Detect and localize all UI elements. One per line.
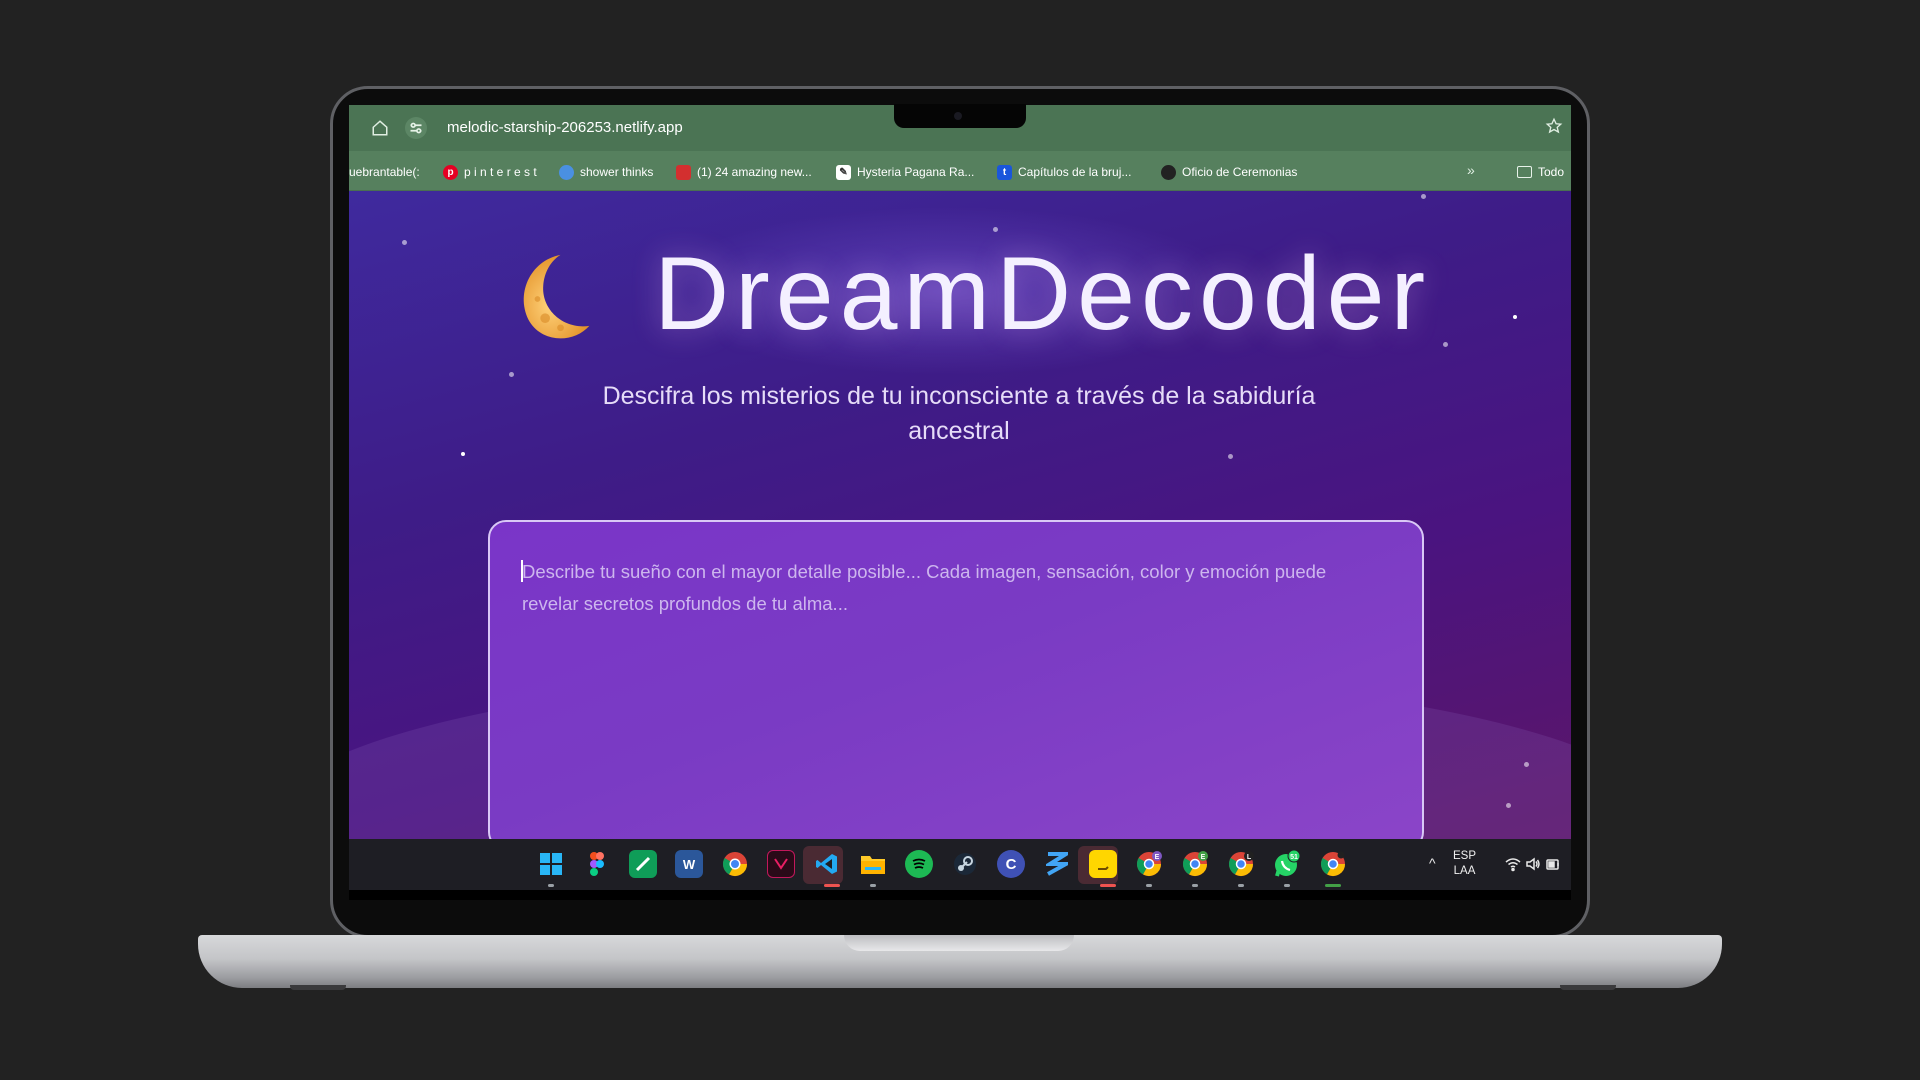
running-indicator [1146,884,1152,887]
badge-text: 51 [1290,854,1298,861]
star-dot [1443,342,1448,347]
running-indicator [548,884,554,887]
running-indicator [870,884,876,887]
copilot-icon[interactable]: C [997,850,1025,878]
page-icon: ✎ [836,164,851,180]
start-menu-icon[interactable] [537,850,565,878]
chrome-profile-e2-icon[interactable]: E [1181,850,1209,878]
web-page: DreamDecoder Descifra los misterios de t… [349,191,1571,839]
laptop-base [198,935,1722,988]
star-dot [1506,803,1511,808]
language-indicator[interactable]: ESP LAA [1453,849,1476,879]
running-indicator [824,884,840,887]
crescent-moon-icon [523,254,590,339]
whatsapp-icon[interactable]: 51 [1273,850,1301,878]
bookmark-item-amazing[interactable]: (1) 24 amazing new... [676,163,812,181]
running-indicator [1238,884,1244,887]
running-indicator [1325,884,1341,887]
tagline: Descifra los misterios de tu inconscient… [602,382,1316,445]
star-dot [1524,762,1529,767]
running-indicator [1284,884,1290,887]
capcut-icon[interactable] [767,850,795,878]
bookmarks-bar: uebrantable(: p p i n t e r e s t shower … [349,151,1571,191]
bookmark-item[interactable]: uebrantable(: [349,163,420,181]
dream-input-placeholder: Describe tu sueño con el mayor detalle p… [522,561,1327,614]
vscode-icon[interactable] [813,850,841,878]
other-bookmarks-folder[interactable]: Todo [1517,163,1564,181]
show-hidden-icons-chevron-icon[interactable]: ^ [1429,855,1436,871]
bookmark-label: Oficio de Ceremonias [1182,165,1298,179]
camera-icon [954,112,962,120]
bookmark-label: shower thinks [580,165,654,179]
laptop-foot [290,985,346,990]
keyboard-layout: LAA [1453,865,1476,877]
bookmark-label: Capítulos de la bruj... [1018,165,1132,179]
running-indicator [1100,884,1116,887]
url-text[interactable]: melodic-starship-206253.netlify.app [447,119,683,136]
file-explorer-icon[interactable] [859,850,887,878]
volume-icon[interactable] [1525,856,1541,872]
chrome-icon[interactable] [721,850,749,878]
bookmark-label: p i n t e r e s t [464,165,537,179]
site-info-icon[interactable] [405,117,427,139]
windows-taskbar: W C E E L 51 ^ ESP LAA [349,839,1571,890]
bookmark-item-hysteria[interactable]: ✎ Hysteria Pagana Ra... [836,163,974,181]
bookmark-label: (1) 24 amazing new... [697,165,812,179]
app-title: DreamDecoder [654,236,1432,352]
folder-icon [1517,166,1532,178]
home-icon[interactable] [371,119,389,137]
spotify-icon[interactable] [905,850,933,878]
bookmark-item-shower-thinks[interactable]: shower thinks [559,163,653,181]
bookmark-label: Todo [1538,165,1565,179]
laptop-screen: melodic-starship-206253.netlify.app uebr… [349,105,1571,900]
globe-icon [559,164,574,180]
star-dot [1421,194,1426,199]
badge-text: E [1201,854,1206,861]
badge-text: E [1155,854,1160,861]
wifi-icon[interactable] [1505,856,1521,872]
star-dot [1228,454,1233,459]
site-icon [1161,164,1176,180]
bookmarks-overflow-chevron-icon[interactable]: » [1467,162,1475,178]
dream-description-textarea[interactable]: Describe tu sueño con el mayor detalle p… [488,520,1424,839]
bookmark-star-icon[interactable] [1545,117,1563,135]
bookmark-label: uebrantable(: [349,165,420,179]
star-dot [993,227,998,232]
bookmark-item-oficio[interactable]: Oficio de Ceremonias [1161,163,1297,181]
sheets-icon[interactable] [629,850,657,878]
star-dot [402,240,407,245]
star-dot [461,452,465,456]
word-icon[interactable]: W [675,850,703,878]
bookmark-item-pinterest[interactable]: pp i n t e r e s t [443,163,537,181]
chrome-profile-e-icon[interactable]: E [1135,850,1163,878]
figma-icon[interactable] [583,850,611,878]
badge-text: L [1247,854,1252,861]
steam-icon[interactable] [951,850,979,878]
star-dot [509,372,514,377]
chrome-profile-l-icon[interactable]: L [1227,850,1255,878]
laptop-foot [1560,985,1616,990]
language-code: ESP [1453,850,1477,862]
t-logo-icon: t [997,164,1012,180]
laptop-base-notch [844,935,1074,951]
battery-icon[interactable] [1545,856,1561,872]
running-indicator [1192,884,1198,887]
bookmark-label: Hysteria Pagana Ra... [857,165,975,179]
app-blue-icon[interactable] [1043,850,1071,878]
bookmark-item-capitulos[interactable]: t Capítulos de la bruj... [997,163,1131,181]
chrome-active-icon[interactable] [1319,850,1347,878]
sticky-notes-icon[interactable] [1089,850,1117,878]
star-dot [1513,315,1517,319]
pinterest-icon: p [443,164,458,180]
camera-notch [894,104,1026,128]
gift-icon [676,164,691,180]
